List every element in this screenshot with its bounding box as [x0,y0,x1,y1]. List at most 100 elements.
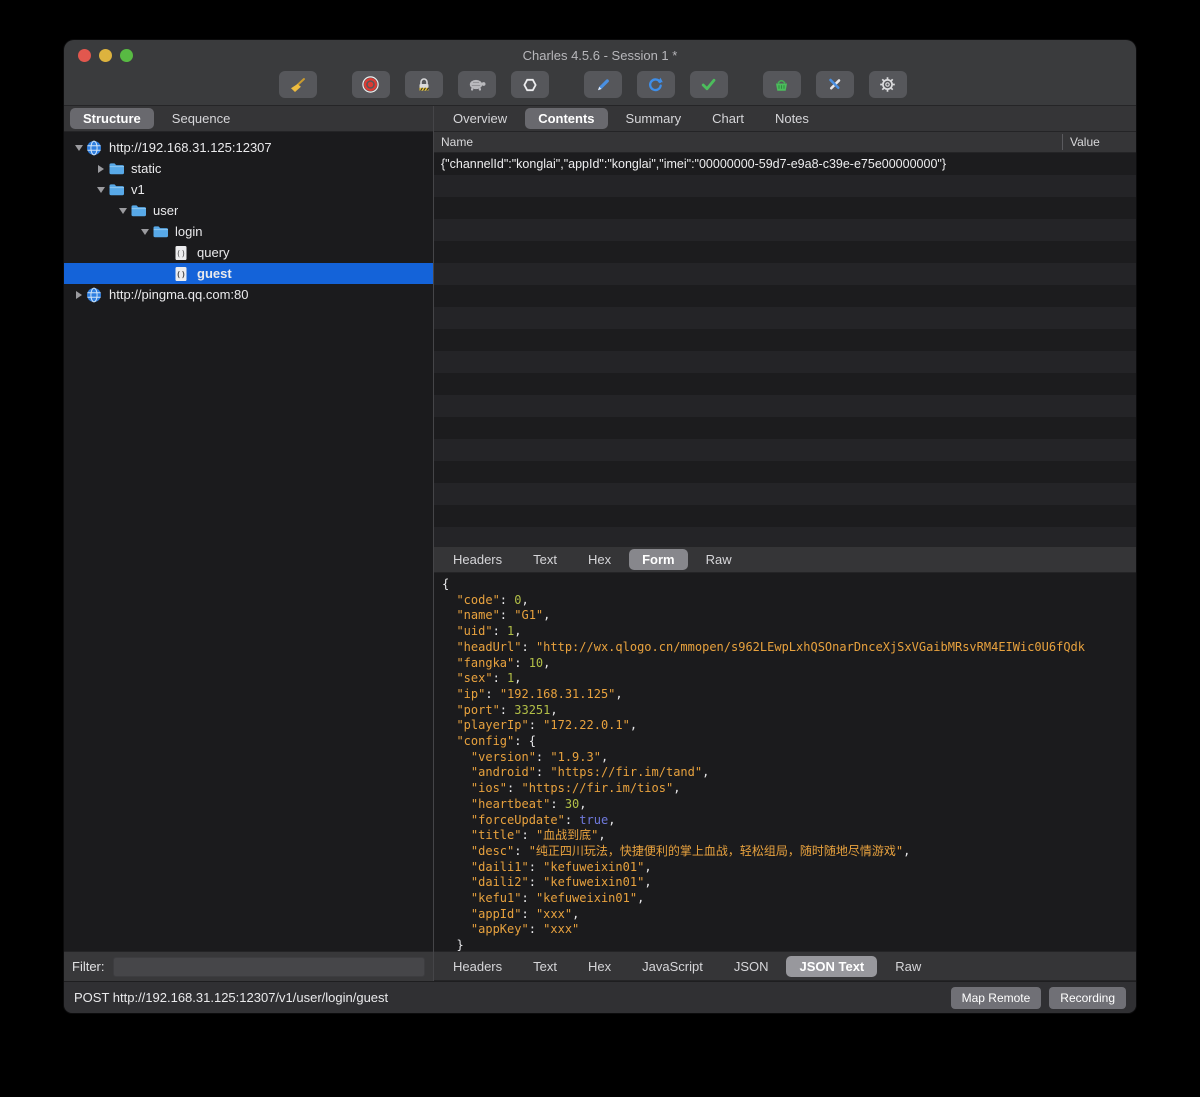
response-tab-headers[interactable]: Headers [440,956,515,977]
tab-notes[interactable]: Notes [762,108,822,129]
tree-item-query[interactable]: () query [64,242,433,263]
tree-item-label: query [197,245,230,260]
json-code-line: } [442,938,464,951]
recording-button[interactable]: Recording [1049,986,1126,1009]
disclosure-open-icon[interactable] [94,187,108,193]
tab-sequence[interactable]: Sequence [159,108,244,129]
tab-structure[interactable]: Structure [70,108,154,129]
json-code-line: "sex": 1, [442,671,522,686]
response-tab-json[interactable]: JSON [721,956,782,977]
charles-window: Charles 4.5.6 - Session 1 * Structure Seq… [64,40,1136,1013]
gear-icon [879,76,896,93]
tab-summary[interactable]: Summary [613,108,695,129]
folder-icon [108,182,126,198]
request-tab-hex[interactable]: Hex [575,549,624,570]
json-code-line: "playerIp": "172.22.0.1", [442,718,638,733]
close-button[interactable] [78,49,91,62]
json-code-line: "title": "血战到底", [442,828,606,843]
column-divider[interactable] [1062,134,1063,150]
broom-icon [288,77,308,93]
tree-item-label: http://192.168.31.125:12307 [109,140,272,155]
window-title: Charles 4.5.6 - Session 1 * [522,48,678,63]
breakpoints-button[interactable] [510,71,549,98]
settings-button[interactable] [868,71,907,98]
ssl-proxying-button[interactable] [404,71,443,98]
json-body-viewer: { "code": 0, "name": "G1", "uid": 1, "he… [434,573,1136,951]
request-tab-text[interactable]: Text [520,549,570,570]
disclosure-open-icon[interactable] [138,229,152,235]
zoom-button[interactable] [120,49,133,62]
json-code-line: "forceUpdate": true, [442,812,616,827]
compose-button[interactable] [583,71,622,98]
tree-item-http-pingma-qq-com-80[interactable]: http://pingma.qq.com:80 [64,284,433,305]
response-tab-json-text[interactable]: JSON Text [786,955,878,977]
disclosure-closed-icon[interactable] [94,165,108,173]
tab-contents[interactable]: Contents [525,108,608,129]
json-code-line: "headUrl": "http://wx.qlogo.cn/mmopen/s9… [442,639,1086,654]
tree-item-label: http://pingma.qq.com:80 [109,287,249,302]
response-tab-javascript[interactable]: JavaScript [629,956,716,977]
tree-item-guest[interactable]: () guest [64,263,433,284]
request-tab-raw[interactable]: Raw [693,549,745,570]
json-code-line: "android": "https://fir.im/tand", [442,765,710,780]
json-code-line: "name": "G1", [442,608,551,623]
svg-text:(): () [176,270,186,279]
check-icon [700,76,717,93]
filter-bar: Filter: [64,951,433,981]
request-url-status: POST http://192.168.31.125:12307/v1/user… [74,990,389,1005]
basket-icon [773,77,790,93]
basket-button[interactable] [762,71,801,98]
validate-button[interactable] [689,71,728,98]
lock-icon [416,77,432,93]
map-remote-button[interactable]: Map Remote [950,986,1042,1009]
tools-button[interactable] [815,71,854,98]
request-tab-form[interactable]: Form [629,549,688,570]
repeat-button[interactable] [636,71,675,98]
request-tab-headers[interactable]: Headers [440,549,515,570]
tools-icon [826,76,843,93]
json-code-line: "config": { [442,734,536,749]
tab-overview[interactable]: Overview [440,108,520,129]
statusbar: POST http://192.168.31.125:12307/v1/user… [64,981,1136,1013]
tree-item-v1[interactable]: v1 [64,179,433,200]
tree-item-user[interactable]: user [64,200,433,221]
doc-icon: () [174,266,192,282]
json-code-line: "version": "1.9.3", [442,749,609,764]
json-code-line: { [442,577,450,591]
throttling-button[interactable] [457,71,496,98]
tree-item-login[interactable]: login [64,221,433,242]
record-button[interactable] [351,71,390,98]
filter-input[interactable] [112,956,425,977]
disclosure-open-icon[interactable] [116,208,130,214]
clear-session-button[interactable] [278,71,317,98]
tree-item-static[interactable]: static [64,158,433,179]
json-code-line: "uid": 1, [442,624,522,639]
json-code-line: "appKey": "xxx" [442,922,580,937]
json-code-line: "daili2": "kefuweixin01", [442,875,652,890]
status-buttons: Map Remote Recording [950,986,1126,1009]
json-code-line: "ios": "https://fir.im/tios", [442,781,681,796]
folder-icon [108,161,126,177]
json-code-line: "fangka": 10, [442,655,551,670]
json-code-line: "code": 0, [442,592,529,607]
filter-label: Filter: [72,959,105,974]
response-tab-text[interactable]: Text [520,956,570,977]
main-split: Structure Sequence http://192.168.31.125:… [64,106,1136,981]
sidebar: Structure Sequence http://192.168.31.125:… [64,106,434,981]
table-header: Name Value [434,132,1136,153]
json-code-line: "ip": "192.168.31.125", [442,686,623,701]
toolbar [64,71,1136,105]
hexagon-icon [522,77,538,93]
turtle-icon [467,77,487,92]
tree-item-label: v1 [131,182,145,197]
tab-chart[interactable]: Chart [699,108,757,129]
tree-item-http-192-168-31-125-12307[interactable]: http://192.168.31.125:12307 [64,137,433,158]
column-header-value: Value [1070,135,1100,149]
disclosure-closed-icon[interactable] [72,291,86,299]
response-tab-raw[interactable]: Raw [882,956,934,977]
globe-icon [86,140,104,156]
disclosure-open-icon[interactable] [72,145,86,151]
table-row[interactable]: {"channelId":"konglai","appId":"konglai"… [434,153,1136,175]
response-tab-hex[interactable]: Hex [575,956,624,977]
minimize-button[interactable] [99,49,112,62]
